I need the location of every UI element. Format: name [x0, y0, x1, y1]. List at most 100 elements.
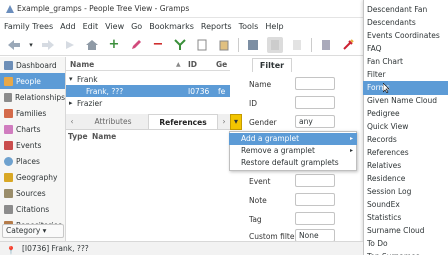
gramplet-item[interactable]: Top Surnames — [363, 250, 448, 255]
gramplet-item[interactable]: References — [363, 146, 448, 160]
add-icon[interactable]: + — [106, 37, 122, 53]
column-header-name[interactable]: Name — [66, 60, 176, 69]
tab-nav-right[interactable]: › — [218, 117, 230, 126]
menu-bookmarks[interactable]: Bookmarks — [149, 22, 194, 31]
filter-label-gender: Gender — [249, 118, 277, 127]
status-bar: 📍 [I0736] Frank, ??? — [0, 241, 363, 255]
menu-family-trees[interactable]: Family Trees — [4, 22, 53, 31]
filter-event-input[interactable] — [295, 174, 335, 187]
merge-icon[interactable] — [172, 37, 188, 53]
sidebar-item-charts[interactable]: Charts — [0, 121, 65, 137]
pin-icon[interactable]: 📍 — [6, 244, 16, 255]
sidebar-item-events[interactable]: Events — [0, 137, 65, 153]
configure-view-icon[interactable] — [318, 37, 334, 53]
filter-note-input[interactable] — [295, 193, 335, 206]
sidebar-item-label: Events — [16, 140, 42, 150]
category-selector[interactable]: Category ▾ — [2, 224, 64, 238]
gramplet-item[interactable]: SoundEx — [363, 198, 448, 212]
dropdown-arrow-icon[interactable]: ▾ — [28, 37, 34, 53]
gramplet-item[interactable]: Filter — [363, 68, 448, 82]
gramplet-item[interactable]: Surname Cloud — [363, 224, 448, 238]
places-icon — [4, 156, 13, 166]
toolbar-separator — [238, 37, 239, 52]
filter-icon[interactable] — [245, 37, 261, 53]
column-header-name[interactable]: Name — [92, 132, 116, 144]
flat-view-icon[interactable] — [289, 37, 305, 53]
tab-nav-left[interactable]: ‹ — [66, 117, 78, 126]
filter-id-input[interactable] — [295, 96, 335, 109]
copy-icon[interactable] — [194, 37, 210, 53]
citations-icon — [4, 204, 13, 214]
filter-name-input[interactable] — [295, 77, 335, 90]
gramplet-item[interactable]: Residence — [363, 172, 448, 186]
gramplet-item[interactable]: Session Log — [363, 185, 448, 199]
gramplet-item-selected[interactable]: Forms — [363, 81, 448, 95]
tab-references[interactable]: References — [148, 114, 218, 129]
menu-item-remove-gramplet[interactable]: Remove a gramplet ▸ — [229, 145, 357, 157]
sidebar-item-label: Sources — [16, 188, 46, 198]
menu-item-restore-gramplets[interactable]: Restore default gramplets — [229, 157, 357, 169]
column-header-type[interactable]: Type — [66, 132, 92, 144]
tab-menu-chevron-icon[interactable]: ▾ — [230, 114, 242, 130]
remove-icon[interactable]: − — [150, 37, 166, 53]
sidebar-item-citations[interactable]: Citations — [0, 201, 65, 217]
expander-icon[interactable]: ▾ — [69, 75, 77, 83]
tab-attributes[interactable]: Attributes — [78, 117, 148, 126]
menu-view[interactable]: View — [105, 22, 124, 31]
menu-reports[interactable]: Reports — [201, 22, 232, 31]
column-header-gender[interactable]: Ge — [216, 60, 230, 69]
gramplet-item[interactable]: Descendant Fan — [363, 3, 448, 17]
sidebar-item-label: People — [16, 76, 41, 86]
menu-go[interactable]: Go — [131, 22, 142, 31]
gramplet-item[interactable]: Statistics — [363, 211, 448, 225]
tab-filter[interactable]: Filter — [252, 58, 292, 72]
expander-icon[interactable]: ▸ — [69, 99, 77, 107]
gramplet-item[interactable]: Pedigree — [363, 107, 448, 121]
sidebar-item-dashboard[interactable]: Dashboard — [0, 57, 65, 73]
menu-item-add-gramplet[interactable]: Add a gramplet ▸ — [229, 133, 357, 145]
tree-view-icon[interactable] — [267, 36, 283, 53]
gramplet-item[interactable]: Relatives — [363, 159, 448, 173]
tools-icon[interactable] — [340, 37, 356, 53]
gramplet-item[interactable]: Descendants — [363, 16, 448, 30]
row-name: Frank, ??? — [86, 86, 124, 96]
dashboard-icon — [4, 60, 13, 70]
sidebar-item-relationships[interactable]: Relationships — [0, 89, 65, 105]
menu-help[interactable]: Help — [265, 22, 283, 31]
menu-item-label: Restore default gramplets — [241, 158, 339, 167]
tree-column-headers: Name ▲ ID Ge — [66, 58, 230, 71]
paste-icon[interactable] — [216, 37, 232, 53]
sidebar-item-people[interactable]: People — [0, 73, 65, 89]
sidebar-item-sources[interactable]: Sources — [0, 185, 65, 201]
sidebar-item-geography[interactable]: Geography — [0, 169, 65, 185]
home-icon[interactable] — [84, 37, 100, 53]
back-icon[interactable] — [6, 37, 22, 53]
gramplet-item[interactable]: FAQ — [363, 42, 448, 56]
gramplet-item[interactable]: Quick View — [363, 120, 448, 134]
menu-tools[interactable]: Tools — [239, 22, 259, 31]
tree-row[interactable]: ▾ Frank — [66, 73, 230, 85]
gramplet-item[interactable]: To Do — [363, 237, 448, 251]
tree-row[interactable]: ▸ Frazier — [66, 97, 230, 109]
tree-row-selected[interactable]: Frank, ??? I0736 fe — [66, 85, 230, 97]
events-icon — [4, 140, 13, 150]
filter-tag-select[interactable] — [295, 212, 335, 225]
gramplet-item[interactable]: Events Coordinates — [363, 29, 448, 43]
column-header-id[interactable]: ID — [188, 60, 216, 69]
filter-gender-select[interactable]: any — [295, 115, 335, 128]
families-icon — [4, 108, 13, 118]
edit-icon[interactable] — [128, 37, 144, 53]
gramplet-item[interactable]: Records — [363, 133, 448, 147]
filter-label-custom: Custom filter — [249, 232, 298, 241]
gramplet-item[interactable]: Fan Chart — [363, 55, 448, 69]
submenu-arrow-icon: ▸ — [349, 147, 353, 154]
relationships-icon — [4, 92, 13, 102]
forward-icon[interactable] — [40, 37, 56, 53]
gramplet-item[interactable]: Given Name Cloud — [363, 94, 448, 108]
sidebar-item-places[interactable]: Places — [0, 153, 65, 169]
menu-add[interactable]: Add — [60, 22, 76, 31]
next-icon[interactable] — [62, 37, 78, 53]
menu-edit[interactable]: Edit — [83, 22, 99, 31]
sidebar-item-label: Relationships — [15, 92, 65, 102]
sidebar-item-families[interactable]: Families — [0, 105, 65, 121]
